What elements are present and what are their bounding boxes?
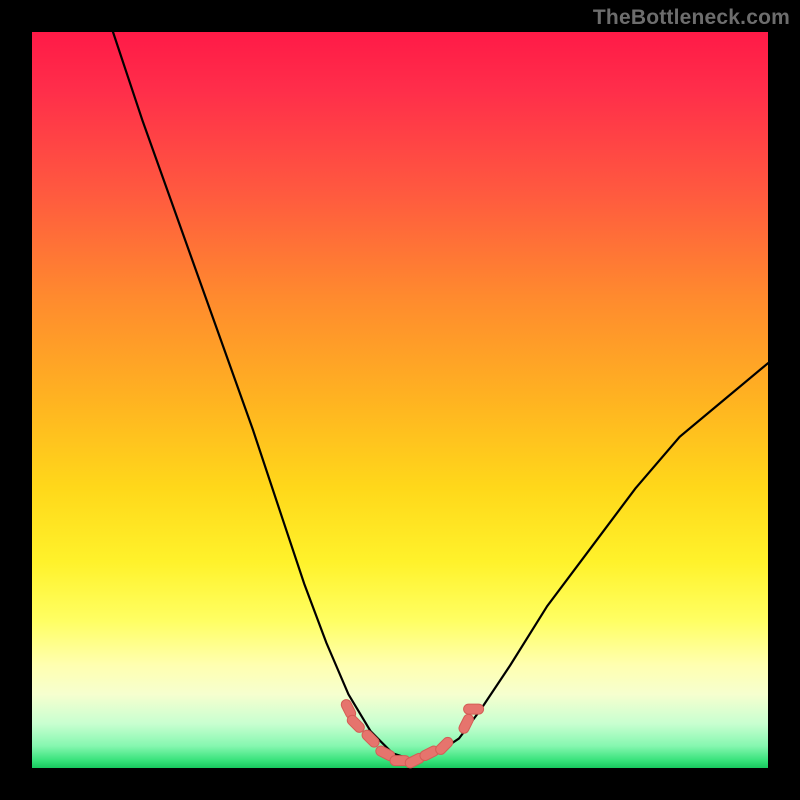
marker-point <box>464 704 484 714</box>
chart-frame: TheBottleneck.com <box>0 0 800 800</box>
bottleneck-curve <box>113 32 768 761</box>
marker-point <box>360 728 381 749</box>
plot-area <box>32 32 768 768</box>
marker-point <box>434 735 455 756</box>
plot-svg <box>32 32 768 768</box>
marker-point <box>457 713 475 735</box>
watermark-text: TheBottleneck.com <box>593 6 790 30</box>
